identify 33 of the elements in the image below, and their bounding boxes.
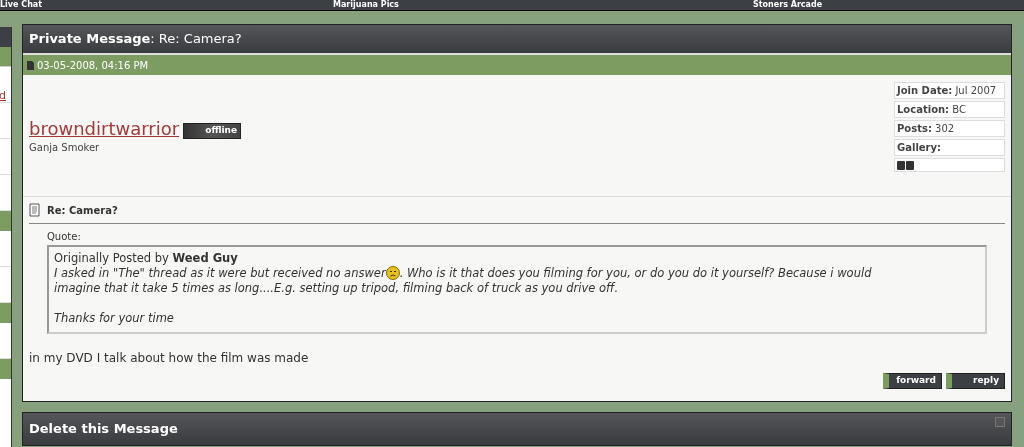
sidebar-section-bar <box>0 303 11 323</box>
quote-attribution: Originally Posted by Weed Guy <box>54 251 239 266</box>
profile-field: Posts: 302 <box>894 120 1005 137</box>
document-icon <box>29 203 41 217</box>
panel-title: Private Message: Re: Camera? <box>29 30 242 49</box>
quote-closing: Thanks for your time <box>54 311 175 326</box>
user-rank: Ganja Smoker <box>29 141 101 155</box>
panel-title: Delete this Message <box>29 420 178 439</box>
profile-field: Join Date: Jul 2007 <box>894 82 1005 99</box>
document-icon <box>27 60 34 70</box>
sidebar-section-bar <box>0 211 11 231</box>
nav-link[interactable]: Marijuana Pics <box>333 0 753 10</box>
action-button[interactable]: reply <box>946 373 1005 389</box>
nav-link[interactable]: Stoners Arcade <box>753 0 823 10</box>
nav-link[interactable]: Live Chat <box>0 0 333 10</box>
quote-label: Quote: <box>47 230 82 244</box>
quote-text: imagine that it take 5 times as long....E.g. setting up tripod, filming back of truck as you drive off. <box>54 281 620 296</box>
message-subject: Re: Camera? <box>47 203 118 218</box>
sidebar-link[interactable]: d <box>0 90 6 102</box>
message-body: in my DVD I talk about how the film was made <box>29 350 310 367</box>
sidebar-section-bar <box>0 47 11 67</box>
username-link[interactable]: browndirtwarrior <box>29 119 180 139</box>
status-badge: offline <box>183 123 242 139</box>
sidebar-header-bar <box>0 27 11 47</box>
sidebar-section-bar <box>0 359 11 379</box>
profile-field: Gallery: <box>894 139 1005 156</box>
post-date: 03-05-2008, 04:16 PM <box>37 58 149 73</box>
smiley-icon <box>385 266 400 280</box>
profile-field: Location: BC <box>894 101 1005 118</box>
action-button[interactable]: forward <box>883 373 942 389</box>
gallery-thumbnail-icon[interactable] <box>897 160 914 170</box>
quote-text: I asked in "The" thread as it were but received no answer <box>54 266 386 280</box>
quote-text: . Who is it that does you filming for you, or do you do it yourself? Because i would <box>399 266 872 280</box>
